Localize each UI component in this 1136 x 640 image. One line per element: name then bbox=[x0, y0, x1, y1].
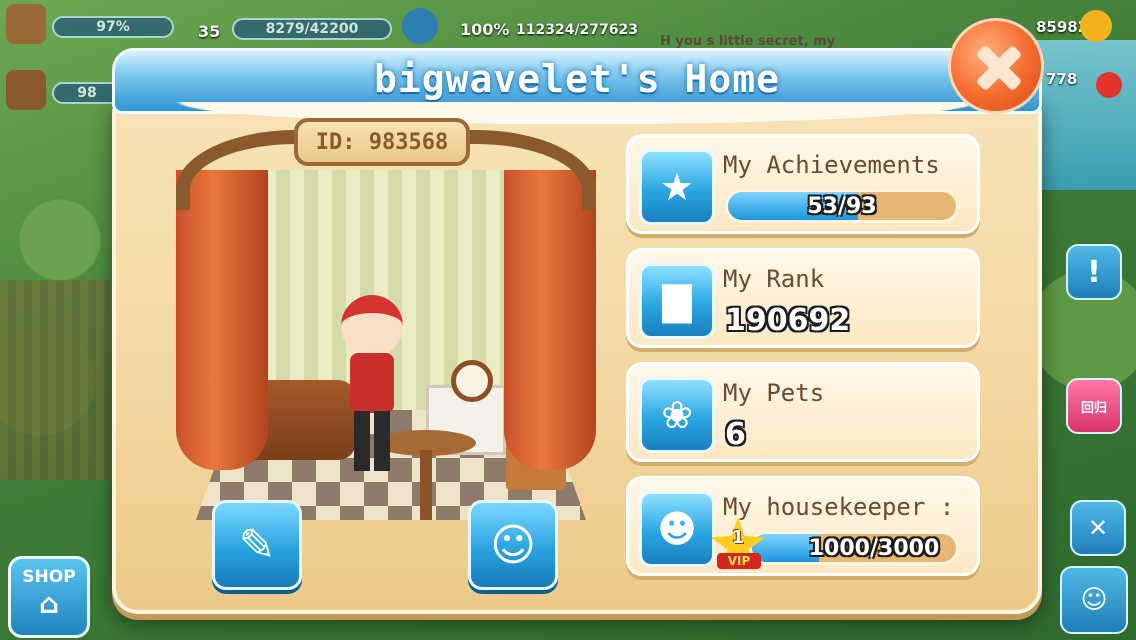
friends-button[interactable]: ☺ bbox=[1060, 566, 1128, 634]
vip-level: 1 bbox=[731, 527, 745, 548]
energy-percent: 97% bbox=[96, 19, 130, 35]
rank-label: My Rank bbox=[723, 265, 825, 293]
avatar-legs bbox=[354, 411, 390, 471]
pets-label: My Pets bbox=[723, 379, 825, 407]
housekeeper-progress-bar: 1000/3000 bbox=[749, 531, 959, 565]
gear-icon[interactable] bbox=[402, 8, 438, 44]
banner-wave bbox=[112, 102, 1042, 128]
housekeeper-label: My housekeeper : bbox=[723, 493, 955, 521]
clock-icon bbox=[451, 360, 493, 402]
level-value: 35 bbox=[198, 22, 221, 41]
shop-button[interactable]: SHOP ⌂ bbox=[8, 556, 90, 638]
rank-value: 190692 bbox=[725, 303, 851, 338]
barn-icon[interactable] bbox=[6, 70, 46, 110]
housekeeper-card[interactable]: ☻ My housekeeper : 1000/3000 1 VIP bbox=[626, 476, 980, 576]
pets-value: 6 bbox=[725, 417, 746, 452]
achievements-label: My Achievements bbox=[723, 151, 940, 179]
rank-card[interactable]: ▇ My Rank 190692 bbox=[626, 248, 980, 348]
pets-card[interactable]: ❀ My Pets 6 bbox=[626, 362, 980, 462]
podium-icon: ▇ bbox=[639, 263, 715, 339]
housekeeper-value: 1000/3000 bbox=[808, 535, 940, 561]
hide-ui-button[interactable]: ✕ bbox=[1070, 500, 1126, 556]
edit-note-icon: ✎ bbox=[238, 519, 276, 571]
housekeeper-icon: ☻ bbox=[639, 491, 715, 567]
left-curtain bbox=[176, 170, 268, 470]
crop-field bbox=[0, 280, 110, 480]
xp-value: 8279/42200 bbox=[265, 21, 359, 37]
xp-bar: 8279/42200 bbox=[232, 18, 392, 40]
visit-avatar-icon: ☺ bbox=[490, 519, 536, 571]
shop-icon: ⌂ bbox=[38, 587, 60, 620]
exp-total: 112324/277623 bbox=[516, 22, 639, 38]
shop-label: SHOP bbox=[22, 567, 76, 587]
back-home-button[interactable]: 回归 bbox=[1066, 378, 1122, 434]
gem-count: 778 bbox=[1046, 70, 1078, 88]
player-avatar[interactable] bbox=[336, 295, 406, 485]
chat-snippet: H you s little secret, my bbox=[660, 34, 836, 49]
friends-icon: ☺ bbox=[1080, 585, 1108, 615]
storage-value: 98 bbox=[77, 85, 97, 101]
dialog-title: bigwavelet's Home bbox=[374, 57, 780, 101]
eye-off-icon: ✕ bbox=[1087, 514, 1109, 542]
visit-friend-button[interactable]: ☺ bbox=[468, 500, 558, 590]
home-dialog: bigwavelet's Home ID: 983568 ✎ ☺ ★ My Ac… bbox=[112, 18, 1044, 614]
exclamation-icon: ! bbox=[1087, 254, 1101, 290]
vip-badge: VIP bbox=[717, 553, 761, 569]
star-icon: ★ bbox=[639, 149, 715, 225]
close-button[interactable] bbox=[948, 18, 1044, 114]
farm-icon[interactable] bbox=[6, 4, 46, 44]
notice-button[interactable]: ! bbox=[1066, 244, 1122, 300]
edit-profile-button[interactable]: ✎ bbox=[212, 500, 302, 590]
coin-icon bbox=[1080, 10, 1112, 42]
player-id-plate: ID: 983568 bbox=[294, 118, 470, 166]
back-home-label: 回归 bbox=[1080, 400, 1107, 416]
add-gem-icon[interactable] bbox=[1096, 72, 1122, 98]
achievements-card[interactable]: ★ My Achievements 53/93 bbox=[626, 134, 980, 234]
room-scene[interactable]: ID: 983568 bbox=[176, 118, 596, 520]
right-curtain bbox=[504, 170, 596, 470]
achievements-value: 53/93 bbox=[807, 193, 877, 219]
avatar-body bbox=[350, 353, 394, 413]
progress-percent: 100% bbox=[460, 20, 510, 39]
energy-bar: 97% bbox=[52, 16, 174, 38]
paw-icon: ❀ bbox=[639, 377, 715, 453]
avatar-head bbox=[341, 295, 403, 357]
achievements-progress-bar: 53/93 bbox=[725, 189, 959, 223]
table-leg bbox=[420, 450, 432, 520]
